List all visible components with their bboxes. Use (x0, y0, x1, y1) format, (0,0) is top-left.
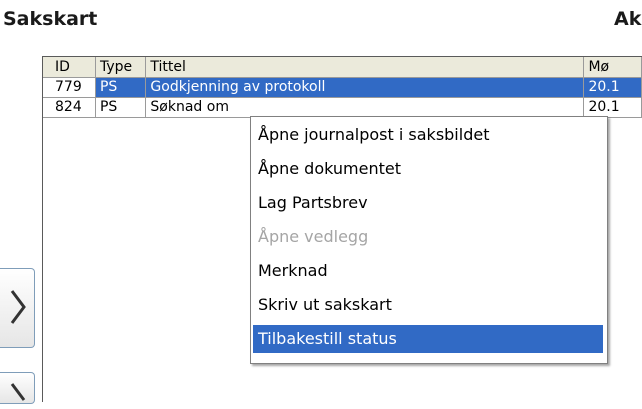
cell-tittel[interactable]: Godkjenning av protokoll (145, 77, 585, 98)
table-header-row: ID Type Tittel Mø (43, 57, 642, 78)
cell-tittel[interactable]: Søknad om (145, 97, 585, 118)
menu-item-reset-status[interactable]: Tilbakestill status (253, 325, 603, 353)
side-navigation-button[interactable] (0, 372, 35, 404)
column-header-mote[interactable]: Mø (583, 57, 642, 78)
menu-item-create-party-letter[interactable]: Lag Partsbrev (253, 189, 603, 217)
sakskart-table: ID Type Tittel Mø 779 PS Godkjenning av … (43, 57, 642, 118)
cell-mote[interactable]: 20.1 (583, 77, 642, 98)
table-row[interactable]: 779 PS Godkjenning av protokoll 20.1 (43, 77, 642, 98)
column-header-type[interactable]: Type (95, 57, 147, 78)
header-right-title: Ak (614, 8, 642, 30)
menu-item-print-agenda[interactable]: Skriv ut sakskart (253, 291, 603, 319)
table-row[interactable]: 824 PS Søknad om 20.1 (43, 97, 642, 118)
menu-item-open-document[interactable]: Åpne dokumentet (253, 155, 603, 183)
column-header-id[interactable]: ID (43, 57, 96, 78)
menu-item-open-attachment: Åpne vedlegg (258, 227, 369, 246)
chevron-right-icon (10, 289, 26, 332)
menu-item-open-journal-post[interactable]: Åpne journalpost i saksbildet (253, 121, 603, 149)
column-header-tittel[interactable]: Tittel (145, 57, 585, 78)
cell-id[interactable]: 779 (43, 77, 96, 98)
cell-type[interactable]: PS (95, 97, 147, 118)
page-title: Sakskart (3, 8, 98, 30)
context-menu: Åpne journalpost i saksbildet Åpne dokum… (250, 116, 608, 364)
cell-mote[interactable]: 20.1 (583, 97, 642, 118)
menu-item-note[interactable]: Merknad (253, 257, 603, 285)
cell-type[interactable]: PS (95, 77, 147, 98)
chevron-right-icon (10, 379, 26, 409)
cell-id[interactable]: 824 (43, 97, 96, 118)
side-navigation-button[interactable] (0, 268, 35, 348)
